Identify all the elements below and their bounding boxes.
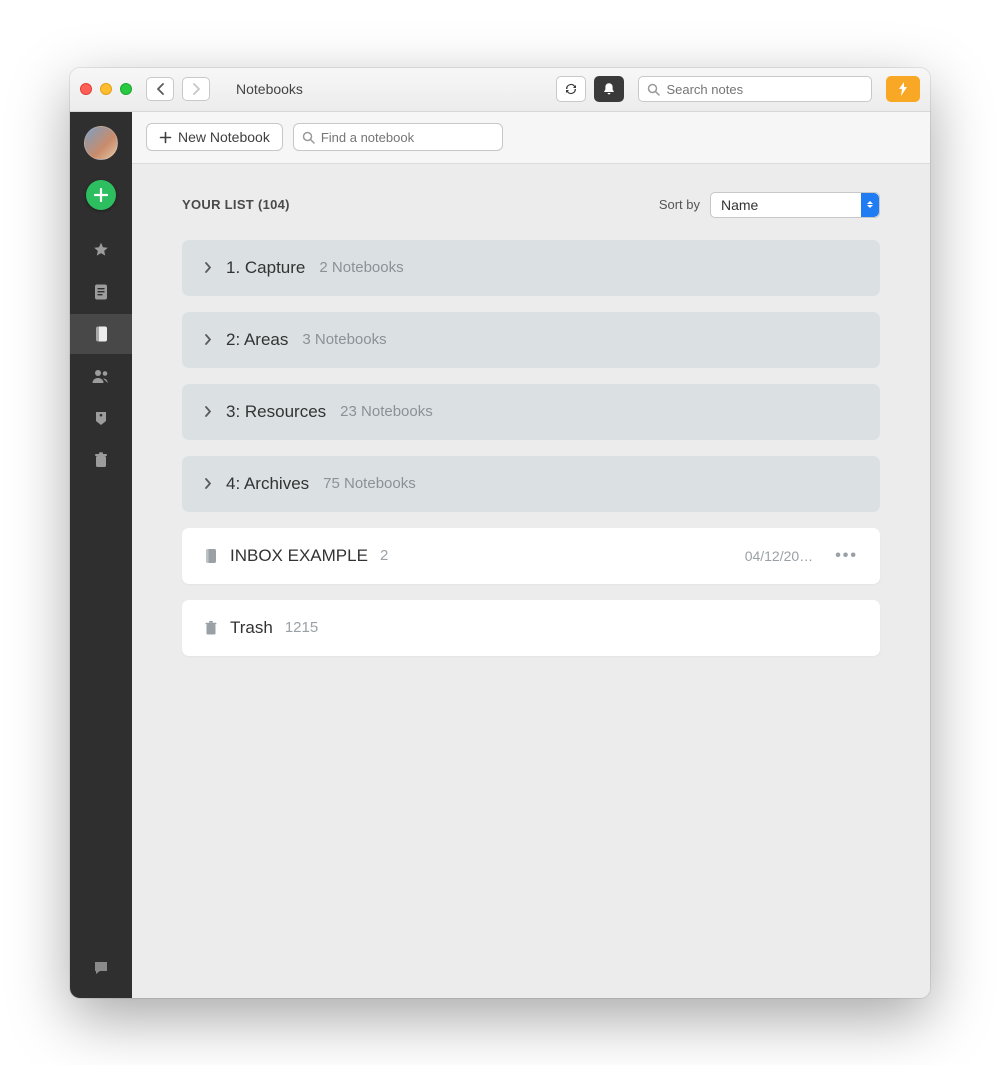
minimize-window-button[interactable]: [100, 83, 112, 95]
people-icon: [91, 368, 111, 384]
note-icon: [93, 283, 109, 301]
sort-select[interactable]: Name: [710, 192, 880, 218]
stack-row[interactable]: 2: Areas 3 Notebooks: [182, 312, 880, 368]
notebook-name: INBOX EXAMPLE: [230, 546, 368, 566]
notebook-list: YOUR LIST (104) Sort by Name 1. Capture 2…: [132, 164, 930, 998]
notebook-count: 2: [380, 547, 388, 564]
sidebar-item-shared[interactable]: [70, 356, 132, 396]
avatar[interactable]: [84, 126, 118, 160]
app-window: Notebooks: [70, 68, 930, 998]
chevron-right-icon: [204, 406, 212, 417]
stack-name: 4: Archives: [226, 474, 309, 494]
stack-count: 75 Notebooks: [323, 475, 416, 492]
new-notebook-label: New Notebook: [178, 129, 270, 145]
stack-row[interactable]: 1. Capture 2 Notebooks: [182, 240, 880, 296]
more-button[interactable]: •••: [835, 547, 858, 565]
sort-value: Name: [721, 197, 758, 213]
trash-icon: [93, 451, 109, 469]
trash-icon: [204, 620, 218, 636]
forward-button[interactable]: [182, 77, 210, 101]
stack-name: 3: Resources: [226, 402, 326, 422]
sidebar: [70, 112, 132, 998]
plus-icon: [159, 131, 172, 144]
notebook-date: 04/12/20…: [745, 548, 814, 564]
tag-icon: [93, 409, 109, 427]
sidebar-item-tags[interactable]: [70, 398, 132, 438]
search-notes-field[interactable]: [638, 76, 872, 102]
sidebar-item-shortcuts[interactable]: [70, 230, 132, 270]
chevron-right-icon: [204, 262, 212, 273]
list-header: YOUR LIST (104) Sort by Name: [182, 192, 880, 218]
sidebar-item-trash[interactable]: [70, 440, 132, 480]
back-button[interactable]: [146, 77, 174, 101]
notebooks-toolbar: New Notebook: [132, 112, 930, 164]
stack-count: 2 Notebooks: [319, 259, 403, 276]
main-panel: New Notebook YOUR LIST (104) Sort by Nam…: [132, 112, 930, 998]
window-controls: [80, 83, 132, 95]
notebook-row[interactable]: INBOX EXAMPLE 2 04/12/20… •••: [182, 528, 880, 584]
find-notebook-field[interactable]: [293, 123, 503, 151]
window-title: Notebooks: [236, 81, 303, 97]
notifications-button[interactable]: [594, 76, 624, 102]
close-window-button[interactable]: [80, 83, 92, 95]
stack-name: 2: Areas: [226, 330, 288, 350]
stack-row[interactable]: 3: Resources 23 Notebooks: [182, 384, 880, 440]
chevron-right-icon: [204, 334, 212, 345]
chat-icon: [92, 959, 110, 977]
notebook-icon: [204, 548, 218, 564]
new-notebook-button[interactable]: New Notebook: [146, 123, 283, 151]
new-note-button[interactable]: [86, 180, 116, 210]
chevron-right-icon: [204, 478, 212, 489]
stack-row[interactable]: 4: Archives 75 Notebooks: [182, 456, 880, 512]
search-icon: [302, 131, 315, 144]
sort-control: Sort by Name: [659, 192, 880, 218]
find-notebook-input[interactable]: [321, 130, 497, 145]
sidebar-item-workchat[interactable]: [70, 948, 132, 988]
stack-count: 3 Notebooks: [302, 331, 386, 348]
list-heading: YOUR LIST (104): [182, 197, 290, 212]
trash-row[interactable]: Trash 1215: [182, 600, 880, 656]
sort-label: Sort by: [659, 197, 700, 212]
chevron-updown-icon: [861, 193, 879, 217]
app-body: New Notebook YOUR LIST (104) Sort by Nam…: [70, 112, 930, 998]
stack-name: 1. Capture: [226, 258, 305, 278]
notebook-count: 1215: [285, 619, 318, 636]
sync-button[interactable]: [556, 76, 586, 102]
upgrade-button[interactable]: [886, 76, 920, 102]
notebook-icon: [93, 325, 109, 343]
star-icon: [92, 241, 110, 259]
notebook-name: Trash: [230, 618, 273, 638]
search-notes-input[interactable]: [666, 82, 863, 97]
titlebar: Notebooks: [70, 68, 930, 112]
search-icon: [647, 83, 660, 96]
sidebar-item-notebooks[interactable]: [70, 314, 132, 354]
sidebar-item-all-notes[interactable]: [70, 272, 132, 312]
zoom-window-button[interactable]: [120, 83, 132, 95]
stack-count: 23 Notebooks: [340, 403, 433, 420]
